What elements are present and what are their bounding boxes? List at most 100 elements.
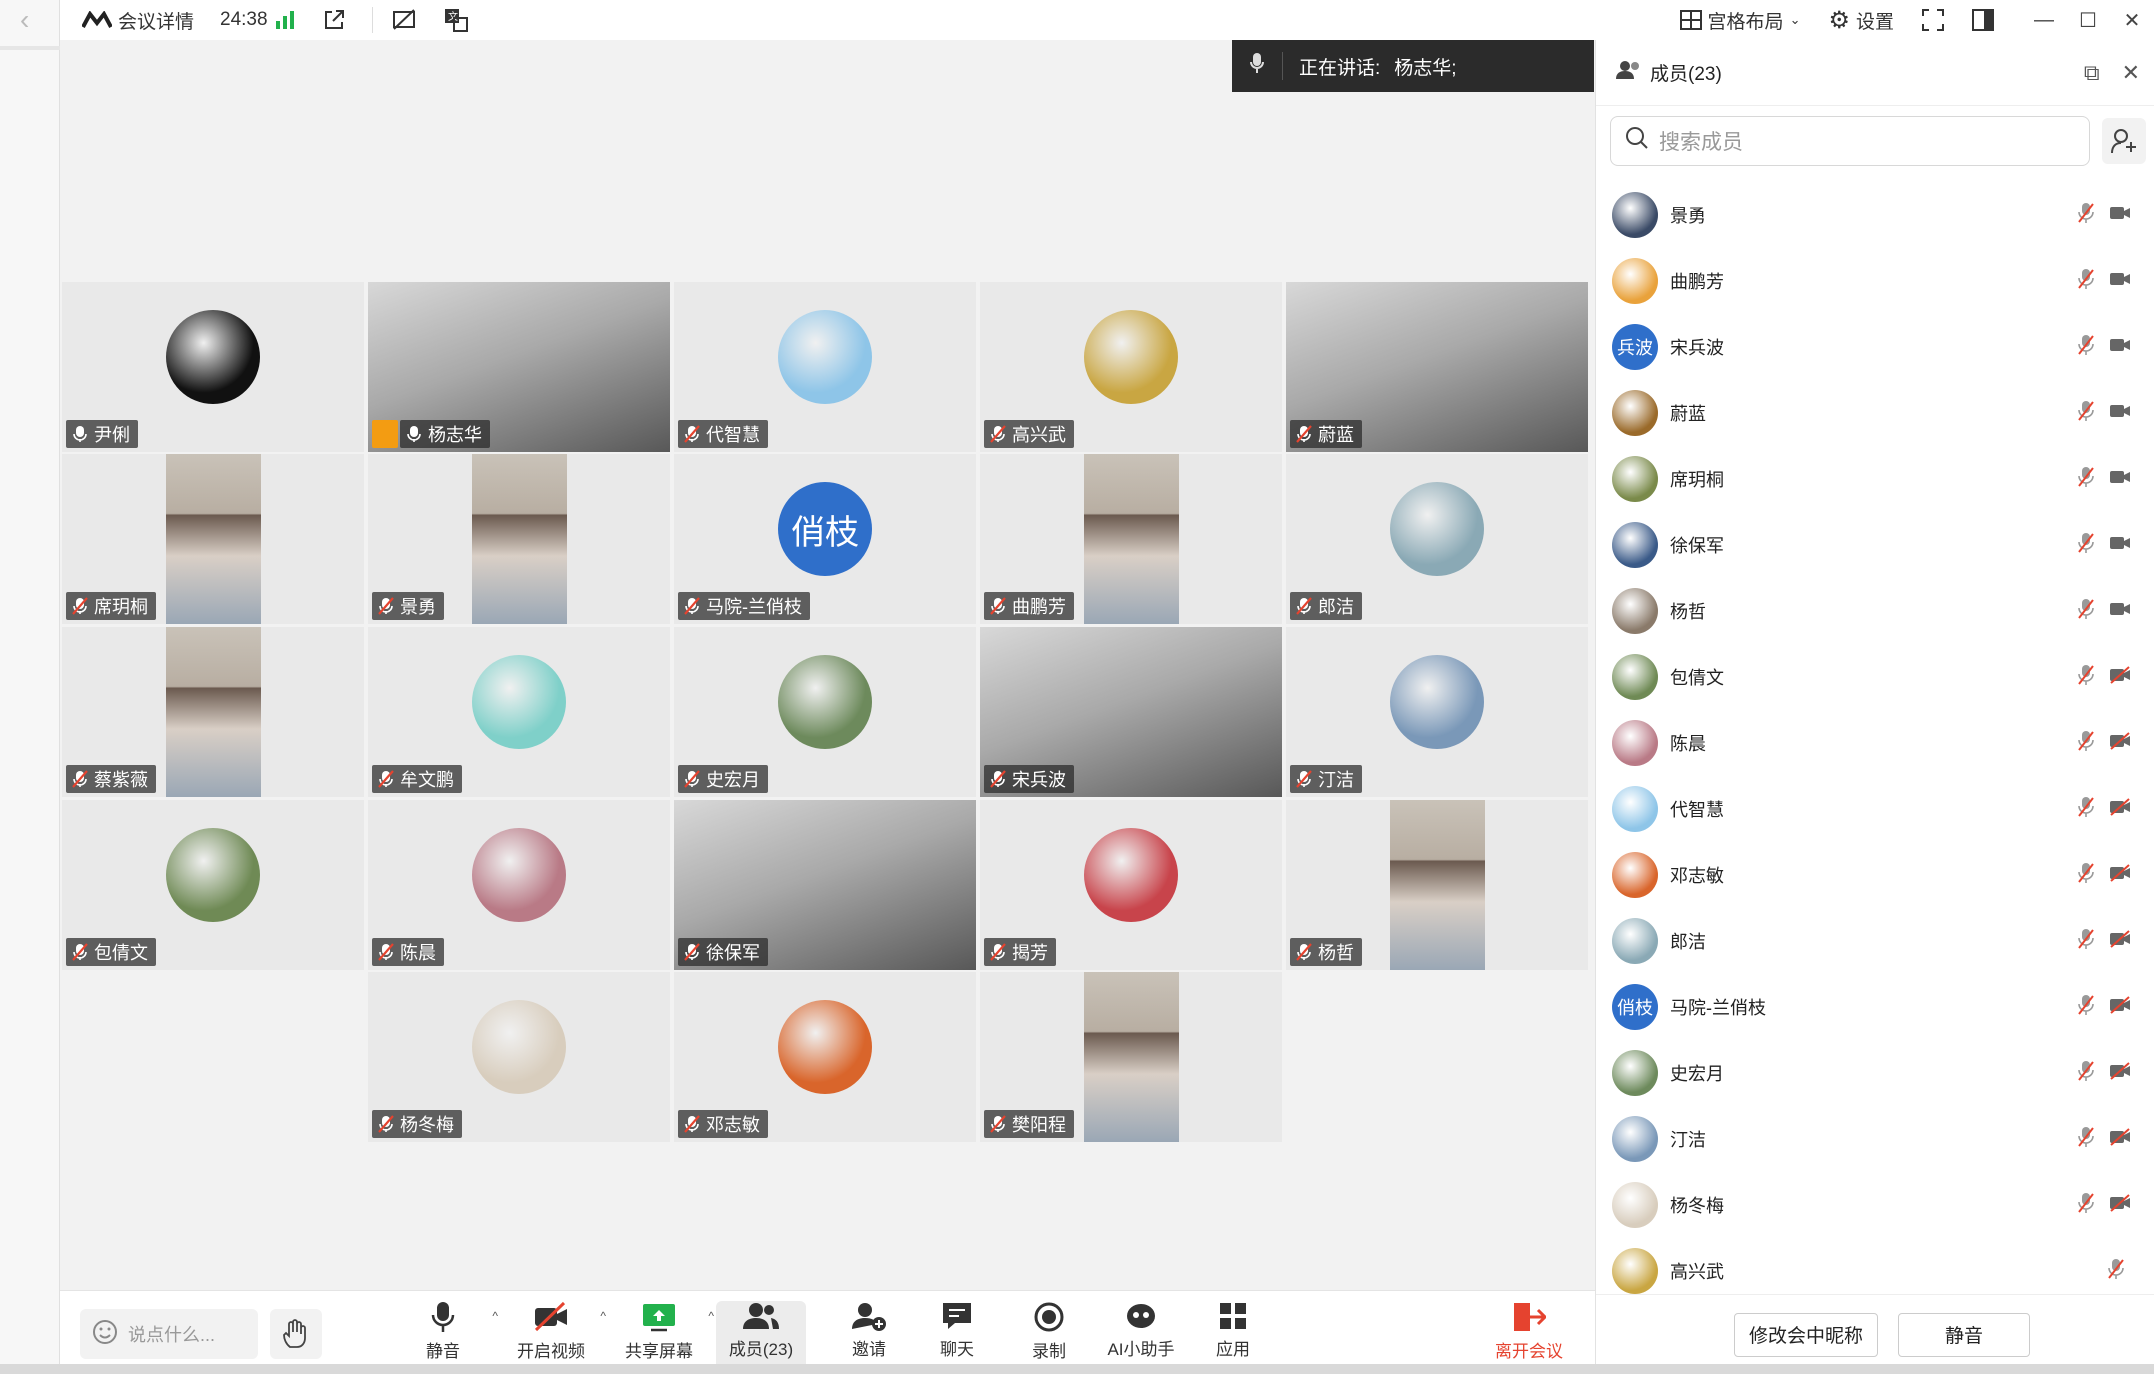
camera-icon[interactable] bbox=[2109, 205, 2131, 226]
participant-tile[interactable]: 杨哲 bbox=[1286, 800, 1588, 970]
settings-button[interactable]: ⚙ 设置 bbox=[1828, 6, 1894, 35]
camera-icon[interactable] bbox=[2109, 403, 2131, 424]
video-options-caret[interactable]: ^ bbox=[600, 1309, 606, 1323]
microphone-muted-icon[interactable] bbox=[2077, 730, 2095, 757]
participant-tile[interactable]: 邓志敏 bbox=[674, 972, 976, 1142]
microphone-muted-icon[interactable] bbox=[2077, 928, 2095, 955]
record-button[interactable]: 录制 bbox=[1004, 1301, 1094, 1371]
camera-off-icon[interactable] bbox=[2109, 929, 2131, 953]
ai-assistant-button[interactable]: AI小助手 bbox=[1096, 1301, 1186, 1371]
camera-icon[interactable] bbox=[2109, 469, 2131, 490]
start-video-button[interactable]: 开启视频 ^ bbox=[506, 1301, 606, 1371]
member-row[interactable]: 杨冬梅 bbox=[1596, 1172, 2154, 1238]
camera-icon[interactable] bbox=[2109, 337, 2131, 358]
microphone-muted-icon[interactable] bbox=[2107, 1258, 2125, 1285]
layout-dropdown[interactable]: 宫格布局 ⌄ bbox=[1679, 7, 1800, 34]
microphone-muted-icon[interactable] bbox=[2077, 598, 2095, 625]
participant-tile[interactable]: 曲鹏芳 bbox=[980, 454, 1282, 624]
microphone-muted-icon[interactable] bbox=[2077, 334, 2095, 361]
participant-tile[interactable]: 樊阳程 bbox=[980, 972, 1282, 1142]
camera-off-icon[interactable] bbox=[2109, 665, 2131, 689]
participant-tile[interactable]: 蔚蓝 bbox=[1286, 282, 1588, 452]
no-sharing-icon[interactable] bbox=[371, 7, 417, 33]
camera-off-icon[interactable] bbox=[2109, 1193, 2131, 1217]
member-row[interactable]: 陈晨 bbox=[1596, 710, 2154, 776]
invite-button[interactable]: 邀请 bbox=[824, 1301, 914, 1371]
participant-tile[interactable]: 郎洁 bbox=[1286, 454, 1588, 624]
close-panel-icon[interactable]: ✕ bbox=[2122, 60, 2140, 86]
member-row[interactable]: 俏枝 马院-兰俏枝 bbox=[1596, 974, 2154, 1040]
microphone-muted-icon[interactable] bbox=[2077, 268, 2095, 295]
back-arrow-icon[interactable]: ‹ bbox=[20, 4, 29, 36]
camera-off-icon[interactable] bbox=[2109, 1127, 2131, 1151]
participant-tile[interactable]: 代智慧 bbox=[674, 282, 976, 452]
member-row[interactable]: 曲鹏芳 bbox=[1596, 248, 2154, 314]
camera-off-icon[interactable] bbox=[2109, 1061, 2131, 1085]
raise-hand-icon[interactable] bbox=[270, 1309, 322, 1359]
microphone-muted-icon[interactable] bbox=[2077, 532, 2095, 559]
quick-chat-input[interactable]: 说点什么... bbox=[80, 1309, 258, 1359]
members-button[interactable]: 成员(23) bbox=[716, 1301, 806, 1371]
participant-tile[interactable]: 杨志华 bbox=[368, 282, 670, 452]
participant-tile[interactable]: 杨冬梅 bbox=[368, 972, 670, 1142]
participant-tile[interactable]: 蔡紫薇 bbox=[62, 627, 364, 797]
participant-tile[interactable]: 牟文鹏 bbox=[368, 627, 670, 797]
member-row[interactable]: 席玥桐 bbox=[1596, 446, 2154, 512]
fullscreen-icon[interactable] bbox=[1922, 9, 1944, 31]
share-screen-button[interactable]: 共享屏幕 ^ bbox=[614, 1301, 714, 1371]
mute-button[interactable]: 静音 ^ bbox=[398, 1301, 498, 1371]
microphone-muted-icon[interactable] bbox=[2077, 466, 2095, 493]
participant-tile[interactable]: 宋兵波 bbox=[980, 627, 1282, 797]
microphone-muted-icon[interactable] bbox=[2077, 664, 2095, 691]
participant-tile[interactable]: 尹俐 bbox=[62, 282, 364, 452]
meeting-details[interactable]: 会议详情 bbox=[82, 7, 194, 34]
rename-button[interactable]: 修改会中昵称 bbox=[1734, 1312, 1879, 1357]
participant-tile[interactable]: 俏枝 马院-兰俏枝 bbox=[674, 454, 976, 624]
apps-button[interactable]: 应用 bbox=[1188, 1301, 1278, 1371]
chat-button[interactable]: 聊天 bbox=[912, 1301, 1002, 1371]
microphone-muted-icon[interactable] bbox=[2077, 796, 2095, 823]
member-row[interactable]: 包倩文 bbox=[1596, 644, 2154, 710]
participant-tile[interactable]: 景勇 bbox=[368, 454, 670, 624]
microphone-muted-icon[interactable] bbox=[2077, 202, 2095, 229]
camera-off-icon[interactable] bbox=[2109, 995, 2131, 1019]
popout-panel-icon[interactable]: ⧉ bbox=[2084, 60, 2100, 86]
member-row[interactable]: 兵波 宋兵波 bbox=[1596, 314, 2154, 380]
camera-off-icon[interactable] bbox=[2109, 797, 2131, 821]
participant-tile[interactable]: 揭芳 bbox=[980, 800, 1282, 970]
sidebar-toggle-icon[interactable] bbox=[1972, 9, 1994, 31]
member-row[interactable]: 史宏月 bbox=[1596, 1040, 2154, 1106]
microphone-muted-icon[interactable] bbox=[2077, 1060, 2095, 1087]
participant-tile[interactable]: 史宏月 bbox=[674, 627, 976, 797]
mute-options-caret[interactable]: ^ bbox=[492, 1309, 498, 1323]
member-row[interactable]: 蔚蓝 bbox=[1596, 380, 2154, 446]
mute-all-button[interactable]: 静音 bbox=[1898, 1312, 2031, 1357]
member-row[interactable]: 景勇 bbox=[1596, 182, 2154, 248]
camera-off-icon[interactable] bbox=[2109, 731, 2131, 755]
minimize-icon[interactable]: — bbox=[2022, 9, 2066, 32]
participant-tile[interactable]: 高兴武 bbox=[980, 282, 1282, 452]
camera-icon[interactable] bbox=[2109, 601, 2131, 622]
participant-tile[interactable]: 汀洁 bbox=[1286, 627, 1588, 797]
member-row[interactable]: 杨哲 bbox=[1596, 578, 2154, 644]
microphone-muted-icon[interactable] bbox=[2077, 1126, 2095, 1153]
member-row[interactable]: 邓志敏 bbox=[1596, 842, 2154, 908]
translate-icon[interactable]: 文 bbox=[443, 7, 469, 33]
camera-icon[interactable] bbox=[2109, 271, 2131, 292]
camera-off-icon[interactable] bbox=[2109, 863, 2131, 887]
popout-icon[interactable] bbox=[322, 8, 346, 32]
member-row[interactable]: 汀洁 bbox=[1596, 1106, 2154, 1172]
participant-tile[interactable]: 席玥桐 bbox=[62, 454, 364, 624]
close-window-icon[interactable]: ✕ bbox=[2110, 8, 2154, 33]
leave-meeting-button[interactable]: 离开会议 bbox=[1484, 1301, 1574, 1371]
add-member-icon[interactable] bbox=[2102, 118, 2146, 164]
member-row[interactable]: 徐保军 bbox=[1596, 512, 2154, 578]
participant-tile[interactable]: 徐保军 bbox=[674, 800, 976, 970]
member-row[interactable]: 郎洁 bbox=[1596, 908, 2154, 974]
maximize-icon[interactable]: ☐ bbox=[2066, 8, 2110, 33]
member-row[interactable]: 代智慧 bbox=[1596, 776, 2154, 842]
member-search-input[interactable]: 搜索成员 bbox=[1610, 116, 2090, 166]
camera-icon[interactable] bbox=[2109, 535, 2131, 556]
participant-tile[interactable]: 包倩文 bbox=[62, 800, 364, 970]
microphone-muted-icon[interactable] bbox=[2077, 994, 2095, 1021]
